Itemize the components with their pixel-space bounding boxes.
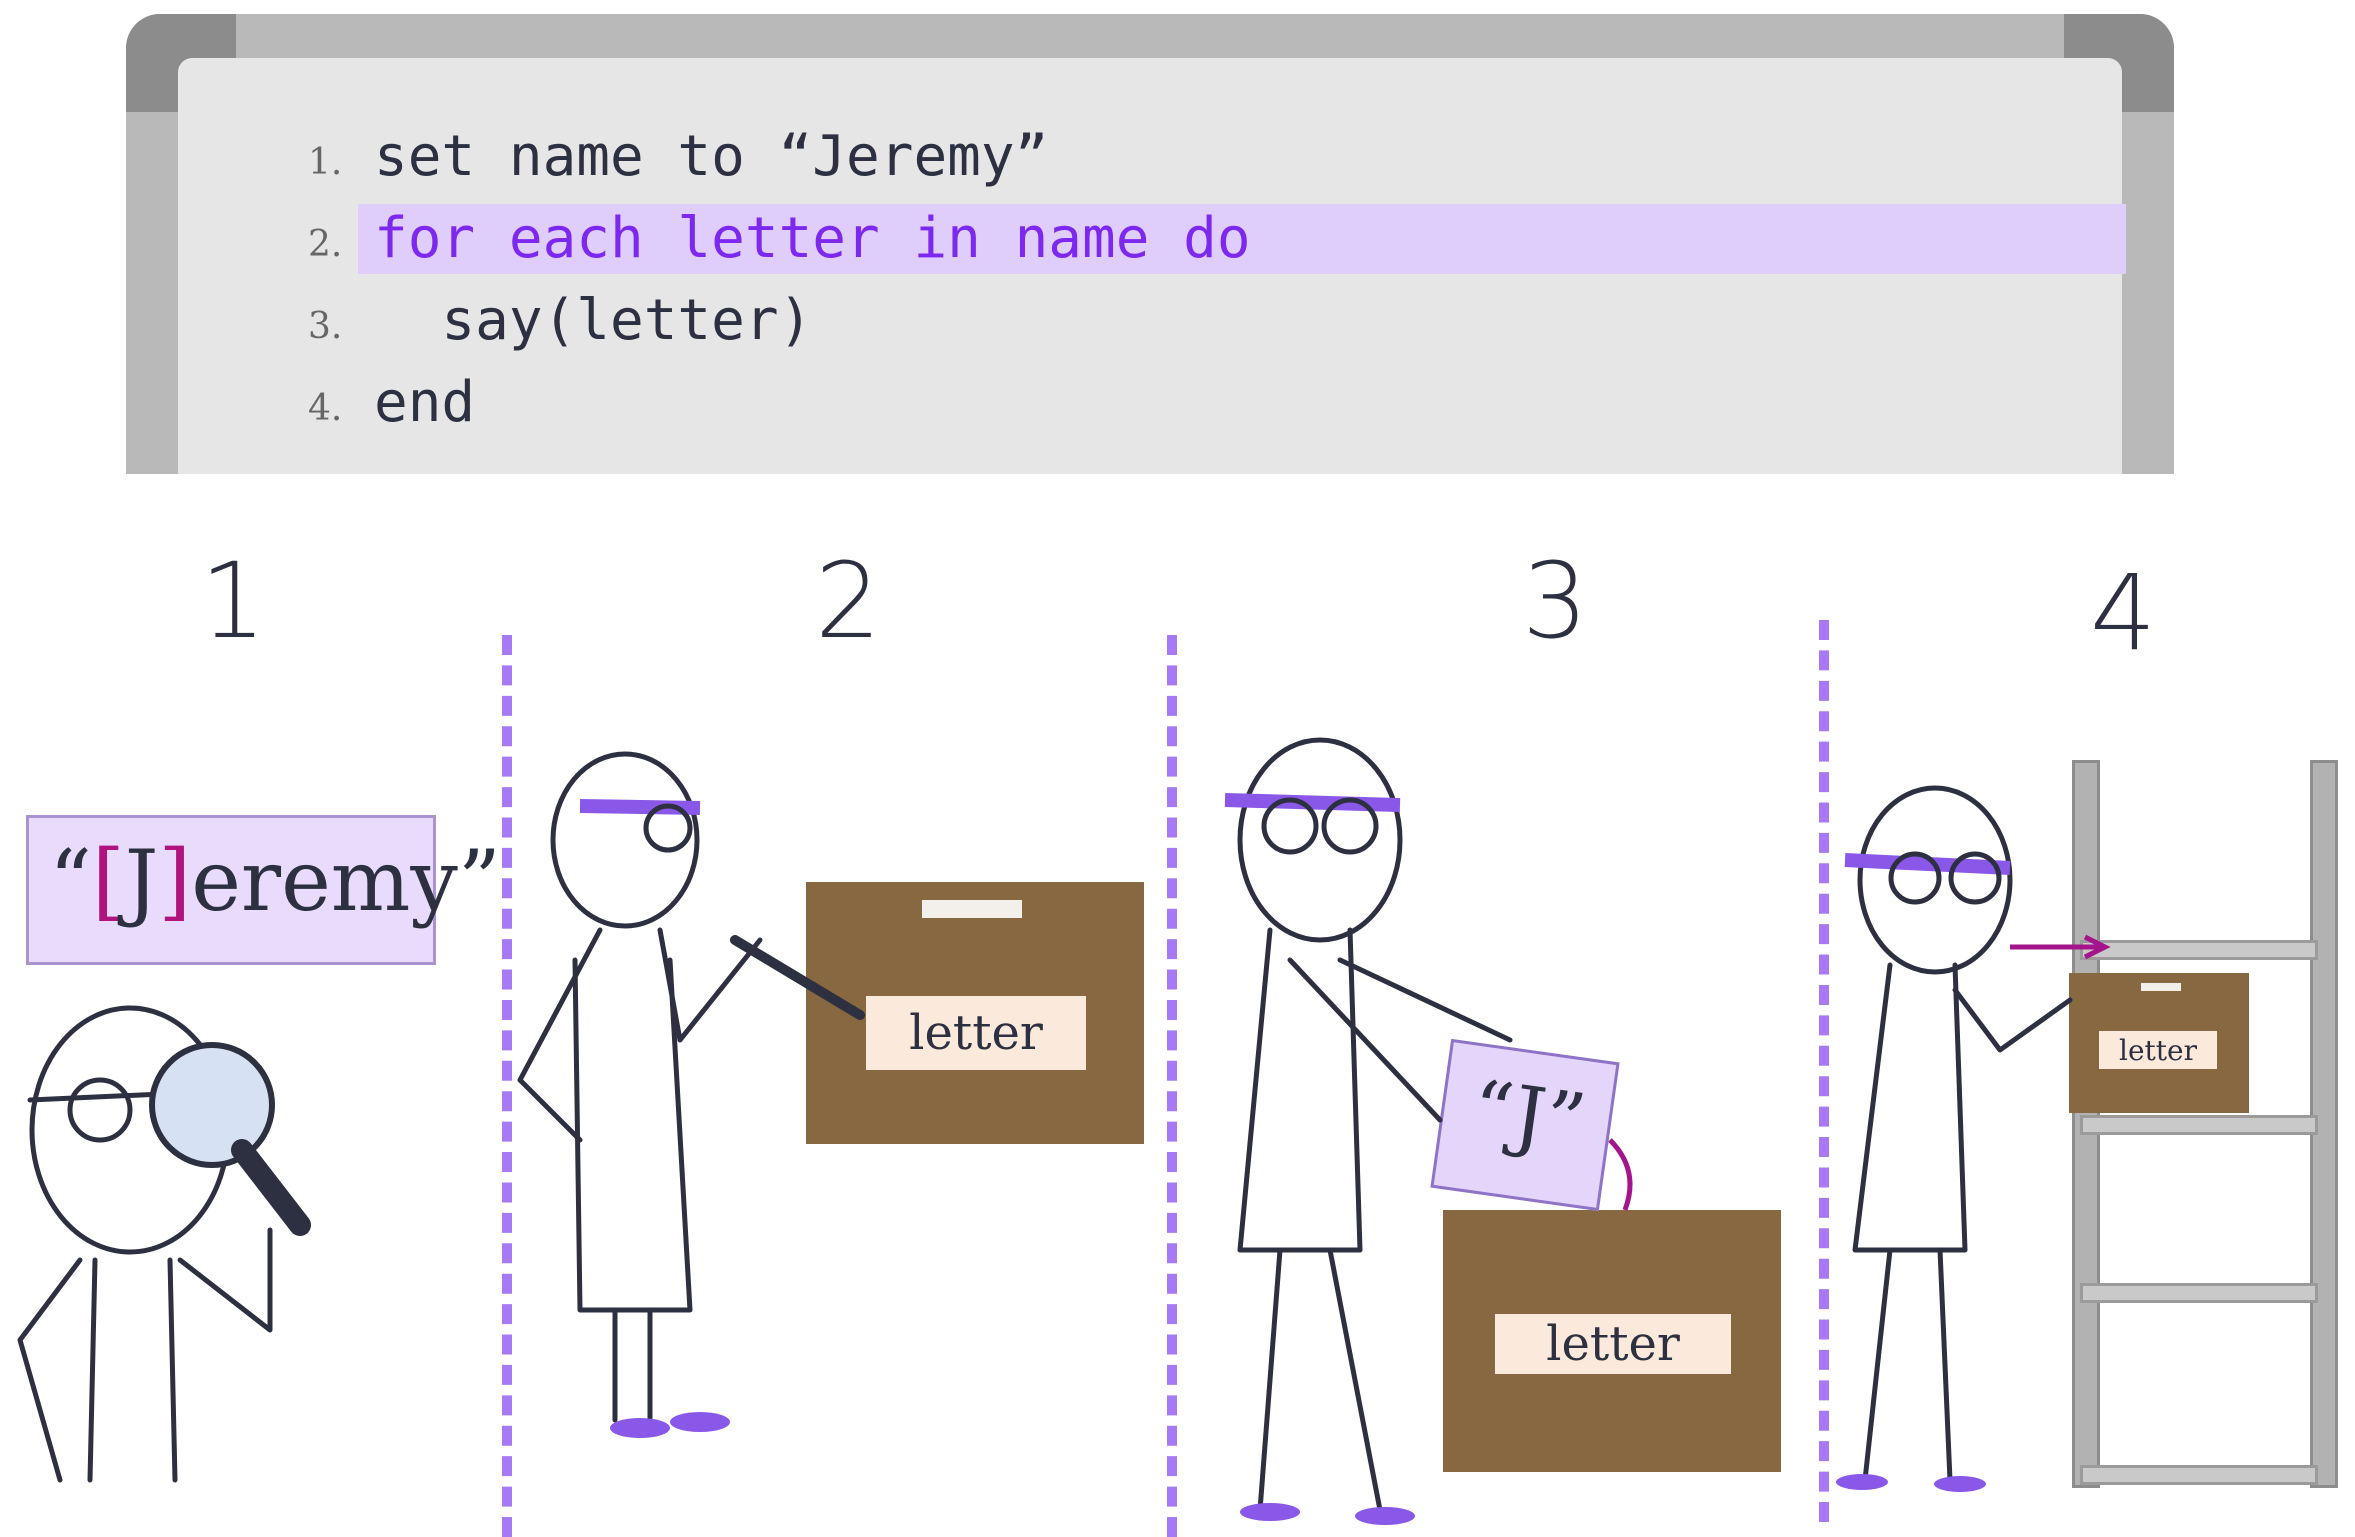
- scientist-dropping-note: [1224, 737, 1633, 1525]
- scientist-pushing-box: [1836, 785, 2111, 1492]
- scientist-with-pen: [517, 751, 865, 1438]
- figures-layer: [17, 737, 2111, 1525]
- scientist-with-magnifier: [17, 1005, 311, 1483]
